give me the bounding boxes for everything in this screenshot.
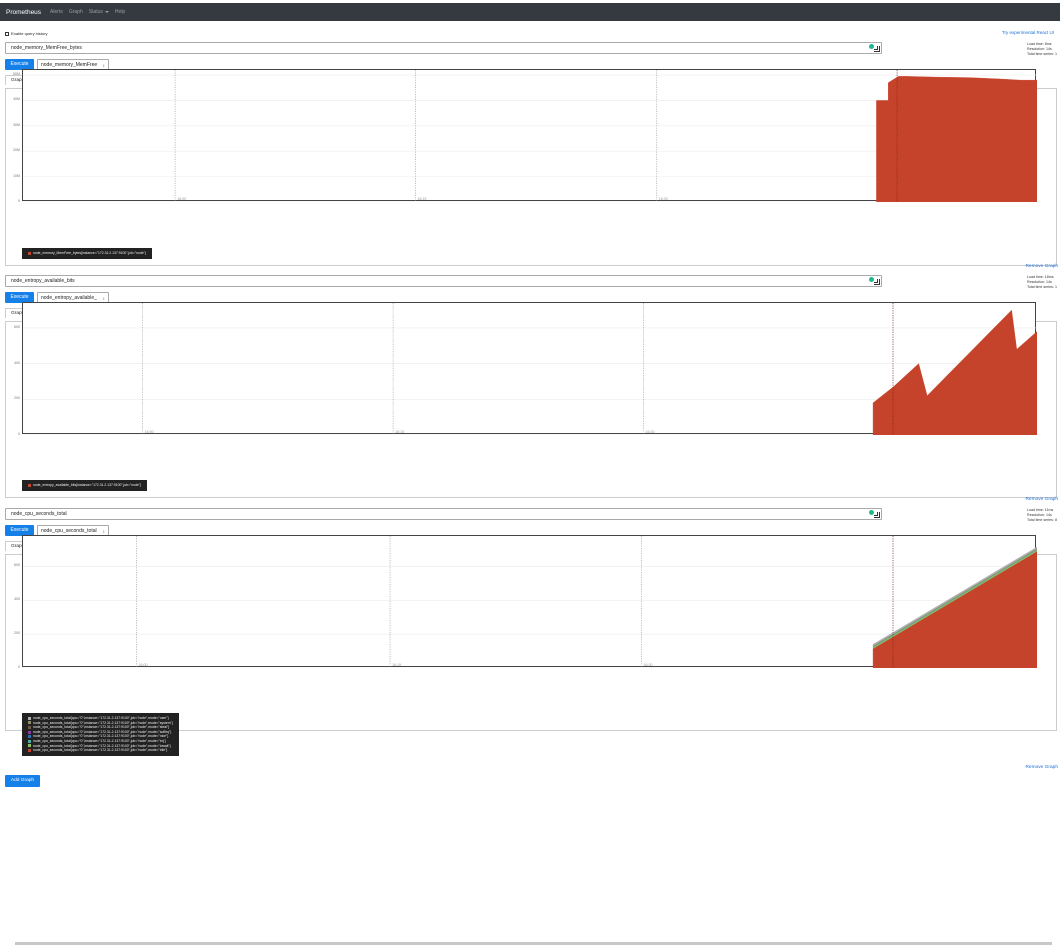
react-ui-link[interactable]: Try experimental React UI [1002,30,1054,35]
query-stats: Load time: 11ms Resolution: 14s Total ti… [1027,508,1057,523]
legend-swatch [28,744,31,748]
legend-swatch [28,739,31,743]
expression-input[interactable]: node_memory_MemFree_bytes [5,42,882,54]
horizontal-scrollbar[interactable] [15,942,1052,945]
legend-swatch [28,735,31,739]
chart-plot[interactable]: 16:0016:1516:3016:45 [22,69,1037,202]
x-tick-label: 16:30 [646,430,655,434]
series-area [872,309,1037,435]
legend-swatch [28,721,31,725]
x-tick-label: 16:15 [417,197,426,201]
x-tick-label: 16:15 [395,430,404,434]
x-tick-label: 16:15 [392,663,401,667]
x-tick-label: 16:00 [139,663,148,667]
x-tick-label: 16:30 [644,663,653,667]
nav-alerts[interactable]: Alerts [50,9,63,15]
query-stats: Load time: 18ms Resolution: 14s Total ti… [1027,275,1057,290]
legend-swatch [28,730,31,734]
y-tick-label: 30M [13,122,20,127]
history-checkbox[interactable] [5,31,9,36]
x-tick-label: 16:30 [659,197,668,201]
legend-swatch [28,716,31,720]
y-tick-label: 600 [14,563,20,568]
graph-panel: node_memory_MemFree_bytes Load time: 8ms… [0,42,1060,272]
stat-series-count: Total time series: 1 [1027,52,1057,56]
chart-legend: node_entropy_available_bits{instance="17… [22,480,148,491]
remove-graph-link[interactable]: Remove Graph [1025,264,1058,269]
legend-swatch [28,251,31,255]
y-tick-label: 0 [18,665,20,669]
y-tick-label: 200 [14,396,20,401]
chart-svg: 16:0016:1516:3016:45 [23,536,1037,668]
chart-legend: node_memory_MemFree_bytes{instance="172.… [22,248,153,259]
graph-panel: node_cpu_seconds_total Load time: 11ms R… [0,508,1060,773]
history-label: Enable query history [11,31,48,36]
y-tick-label: 0 [18,199,20,203]
query-history-toggle[interactable]: Enable query history [5,31,47,36]
legend-label: node_cpu_seconds_total{cpu="0",instance=… [33,748,168,753]
legend-swatch [28,483,31,487]
chart-plot[interactable]: 16:0016:1516:3016:45 [22,302,1037,435]
legend-swatch [28,748,31,752]
y-tick-label: 400 [14,360,20,365]
legend-label: node_entropy_available_bits{instance="17… [33,483,142,487]
metric-select-value: node_memory_MemFree [41,62,98,68]
y-tick-label: 40M [13,97,20,102]
query-stats: Load time: 8ms Resolution: 14s Total tim… [1027,42,1057,57]
nav-help[interactable]: Help [115,9,125,15]
y-tick-label: 20M [13,148,20,153]
expression-text: node_memory_MemFree_bytes [11,45,82,51]
chart-legend: node_cpu_seconds_total{cpu="0",instance=… [22,713,179,756]
y-tick-label: 50M [13,72,20,77]
navbar: Prometheus Alerts Graph Status Help [0,3,1060,21]
y-tick-label: 10M [13,173,20,178]
resize-handle-icon[interactable] [874,279,880,285]
nav-graph[interactable]: Graph [69,9,83,15]
legend-label: node_memory_MemFree_bytes{instance="172.… [33,251,147,255]
remove-graph-link[interactable]: Remove Graph [1025,497,1058,502]
remove-graph-link[interactable]: Remove Graph [1025,765,1058,770]
resize-handle-icon[interactable] [874,46,880,52]
chart-svg: 16:0016:1516:3016:45 [23,303,1037,435]
expression-text: node_entropy_available_bits [11,278,75,284]
graph-panel: node_entropy_available_bits Load time: 1… [0,275,1060,505]
brand-logo[interactable]: Prometheus [6,9,41,16]
stat-series-count: Total time series: 8 [1027,518,1057,522]
x-tick-label: 16:00 [145,430,154,434]
chevron-down-icon [104,10,109,13]
expression-text: node_cpu_seconds_total [11,511,67,517]
nav-status-label: Status [88,9,103,15]
chart-svg: 16:0016:1516:3016:45 [23,70,1037,202]
y-tick-label: 600 [14,324,20,329]
y-tick-label: 0 [18,432,20,436]
metric-select-value: node_entropy_available_ [41,295,97,301]
expression-input[interactable]: node_cpu_seconds_total [5,508,882,520]
x-tick-label: 16:00 [177,197,186,201]
add-graph-button[interactable]: Add Graph [5,775,40,787]
legend-item[interactable]: node_cpu_seconds_total{cpu="0",instance=… [28,748,173,753]
expression-input[interactable]: node_entropy_available_bits [5,275,882,287]
nav-status-dropdown[interactable]: Status [89,9,109,15]
y-tick-label: 200 [14,631,20,636]
legend-item[interactable]: node_memory_MemFree_bytes{instance="172.… [28,251,146,256]
metric-select-value: node_cpu_seconds_total [41,528,97,534]
stat-series-count: Total time series: 1 [1027,285,1057,289]
y-tick-label: 400 [14,597,20,602]
legend-swatch [28,725,31,729]
series-area [872,550,1037,668]
legend-item[interactable]: node_entropy_available_bits{instance="17… [28,483,141,488]
chart-plot[interactable]: 16:0016:1516:3016:45 [22,535,1037,668]
resize-handle-icon[interactable] [874,512,880,518]
series-area [876,76,1037,202]
